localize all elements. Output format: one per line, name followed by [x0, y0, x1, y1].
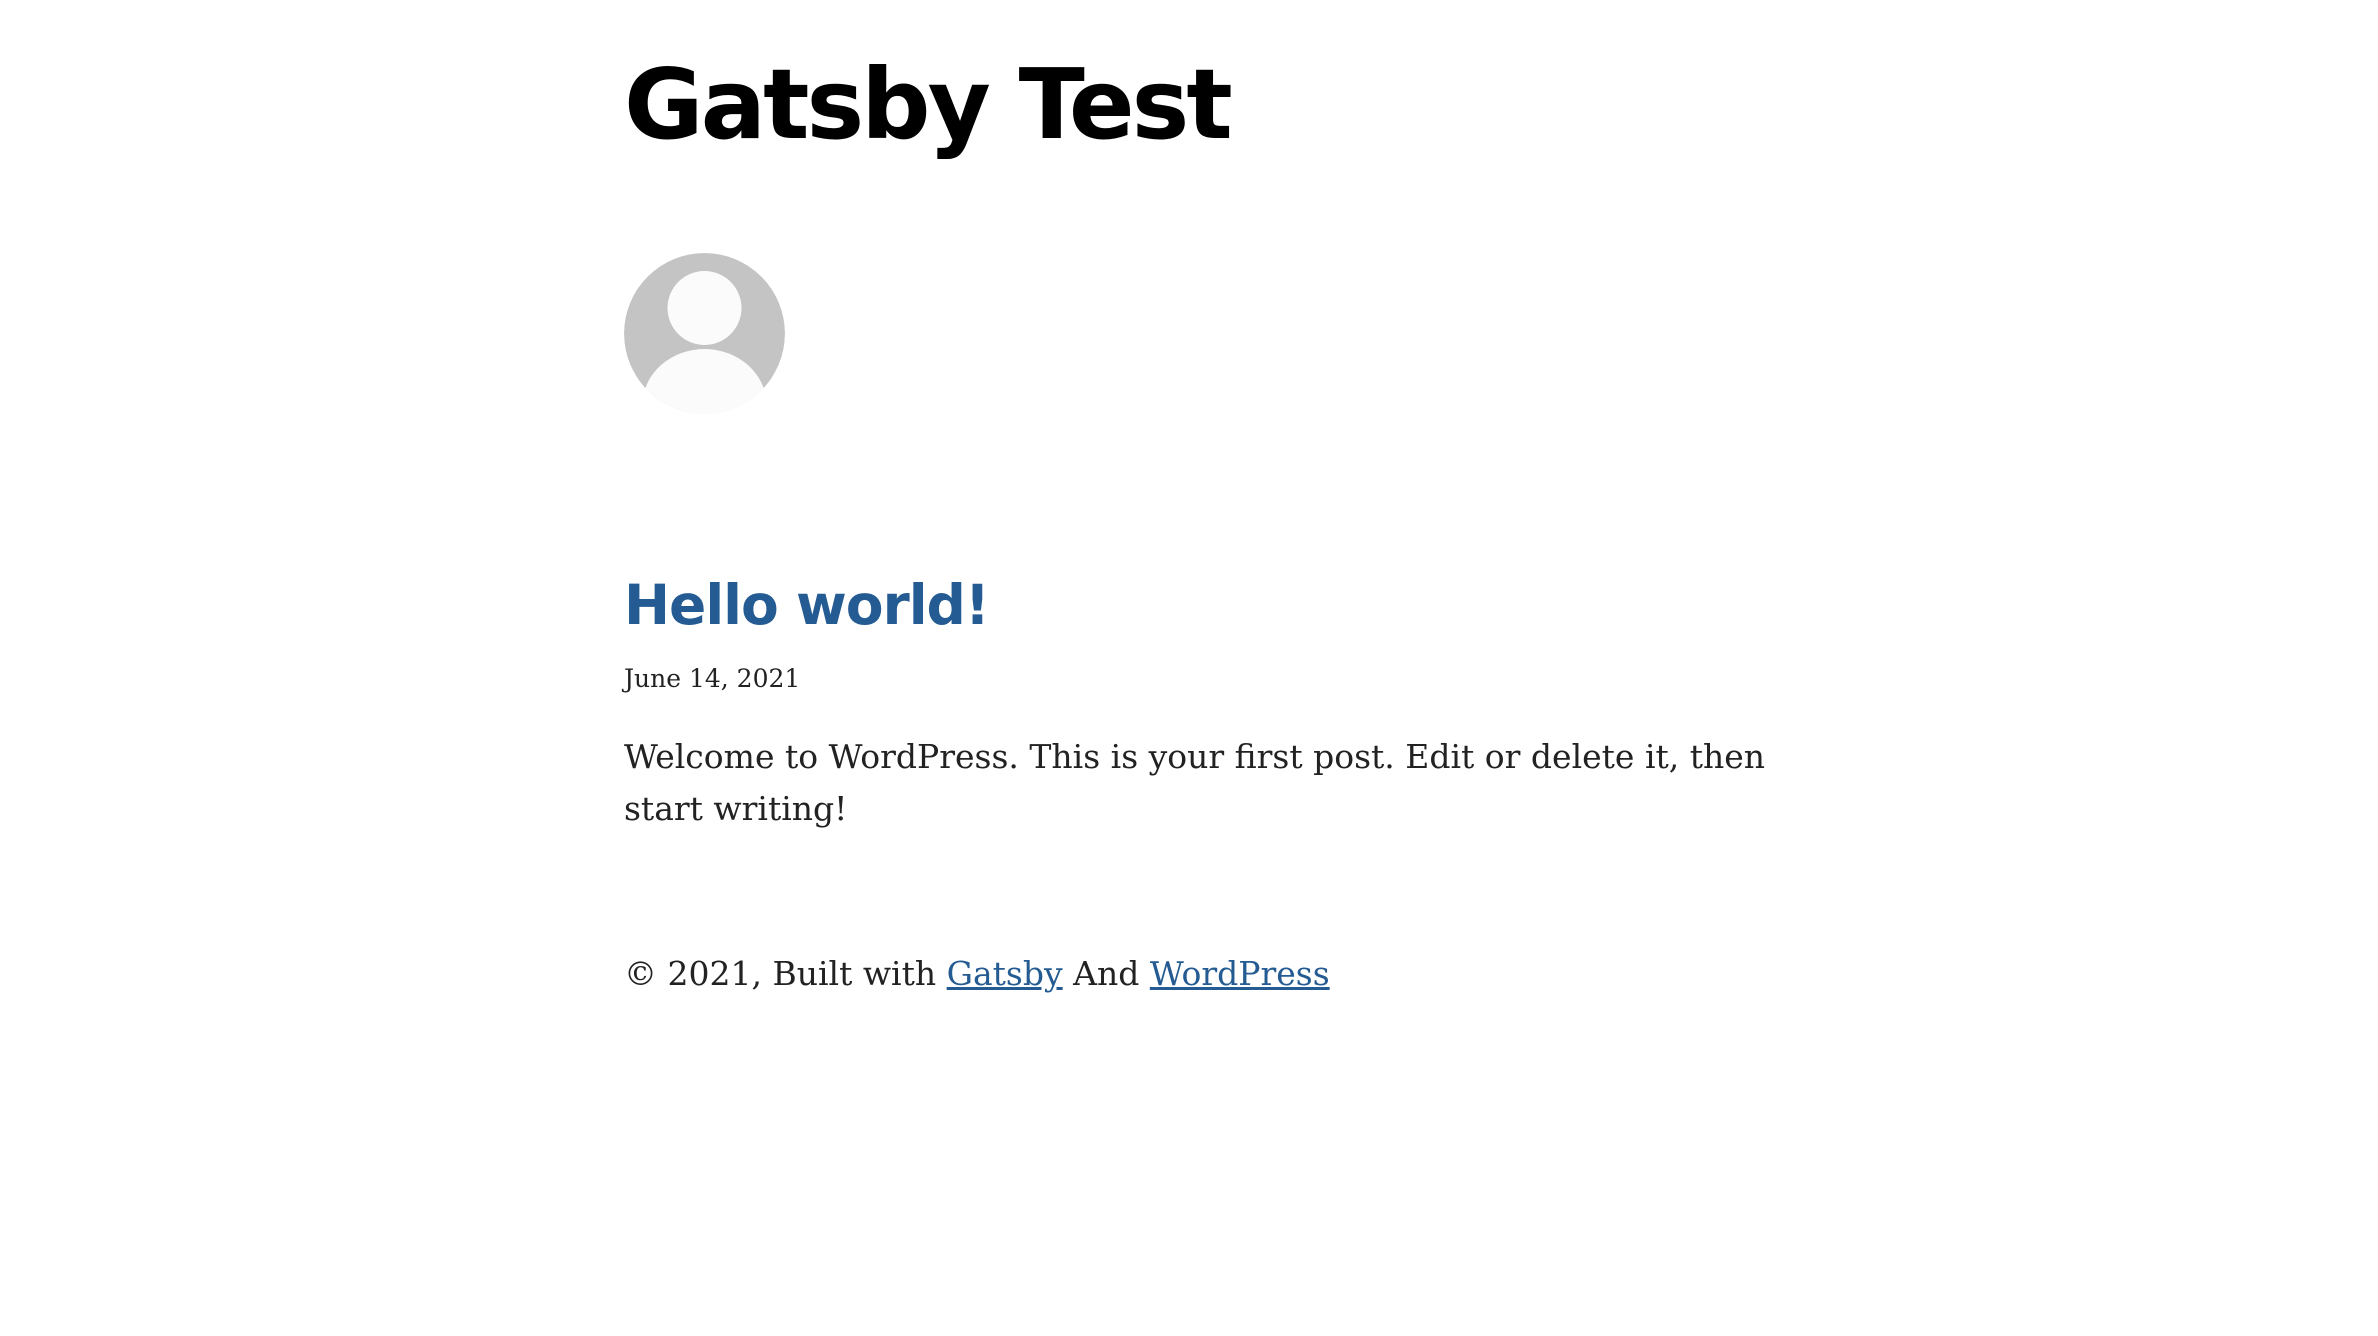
post-title-link[interactable]: Hello world! [624, 573, 990, 637]
gatsby-link[interactable]: Gatsby [947, 954, 1063, 993]
post-date: June 14, 2021 [624, 664, 801, 693]
footer-copyright: © 2021, Built with [624, 954, 947, 993]
footer-connector: And [1062, 954, 1150, 993]
wordpress-link[interactable]: WordPress [1150, 954, 1330, 993]
post-title: Hello world! [624, 570, 990, 640]
post-excerpt: Welcome to WordPress. This is your first… [624, 737, 1766, 828]
author-avatar [624, 253, 785, 414]
default-user-avatar-icon [624, 253, 785, 414]
site-footer: © 2021, Built with Gatsby And WordPress [624, 948, 1330, 1000]
site-title[interactable]: Gatsby Test [624, 40, 1233, 170]
